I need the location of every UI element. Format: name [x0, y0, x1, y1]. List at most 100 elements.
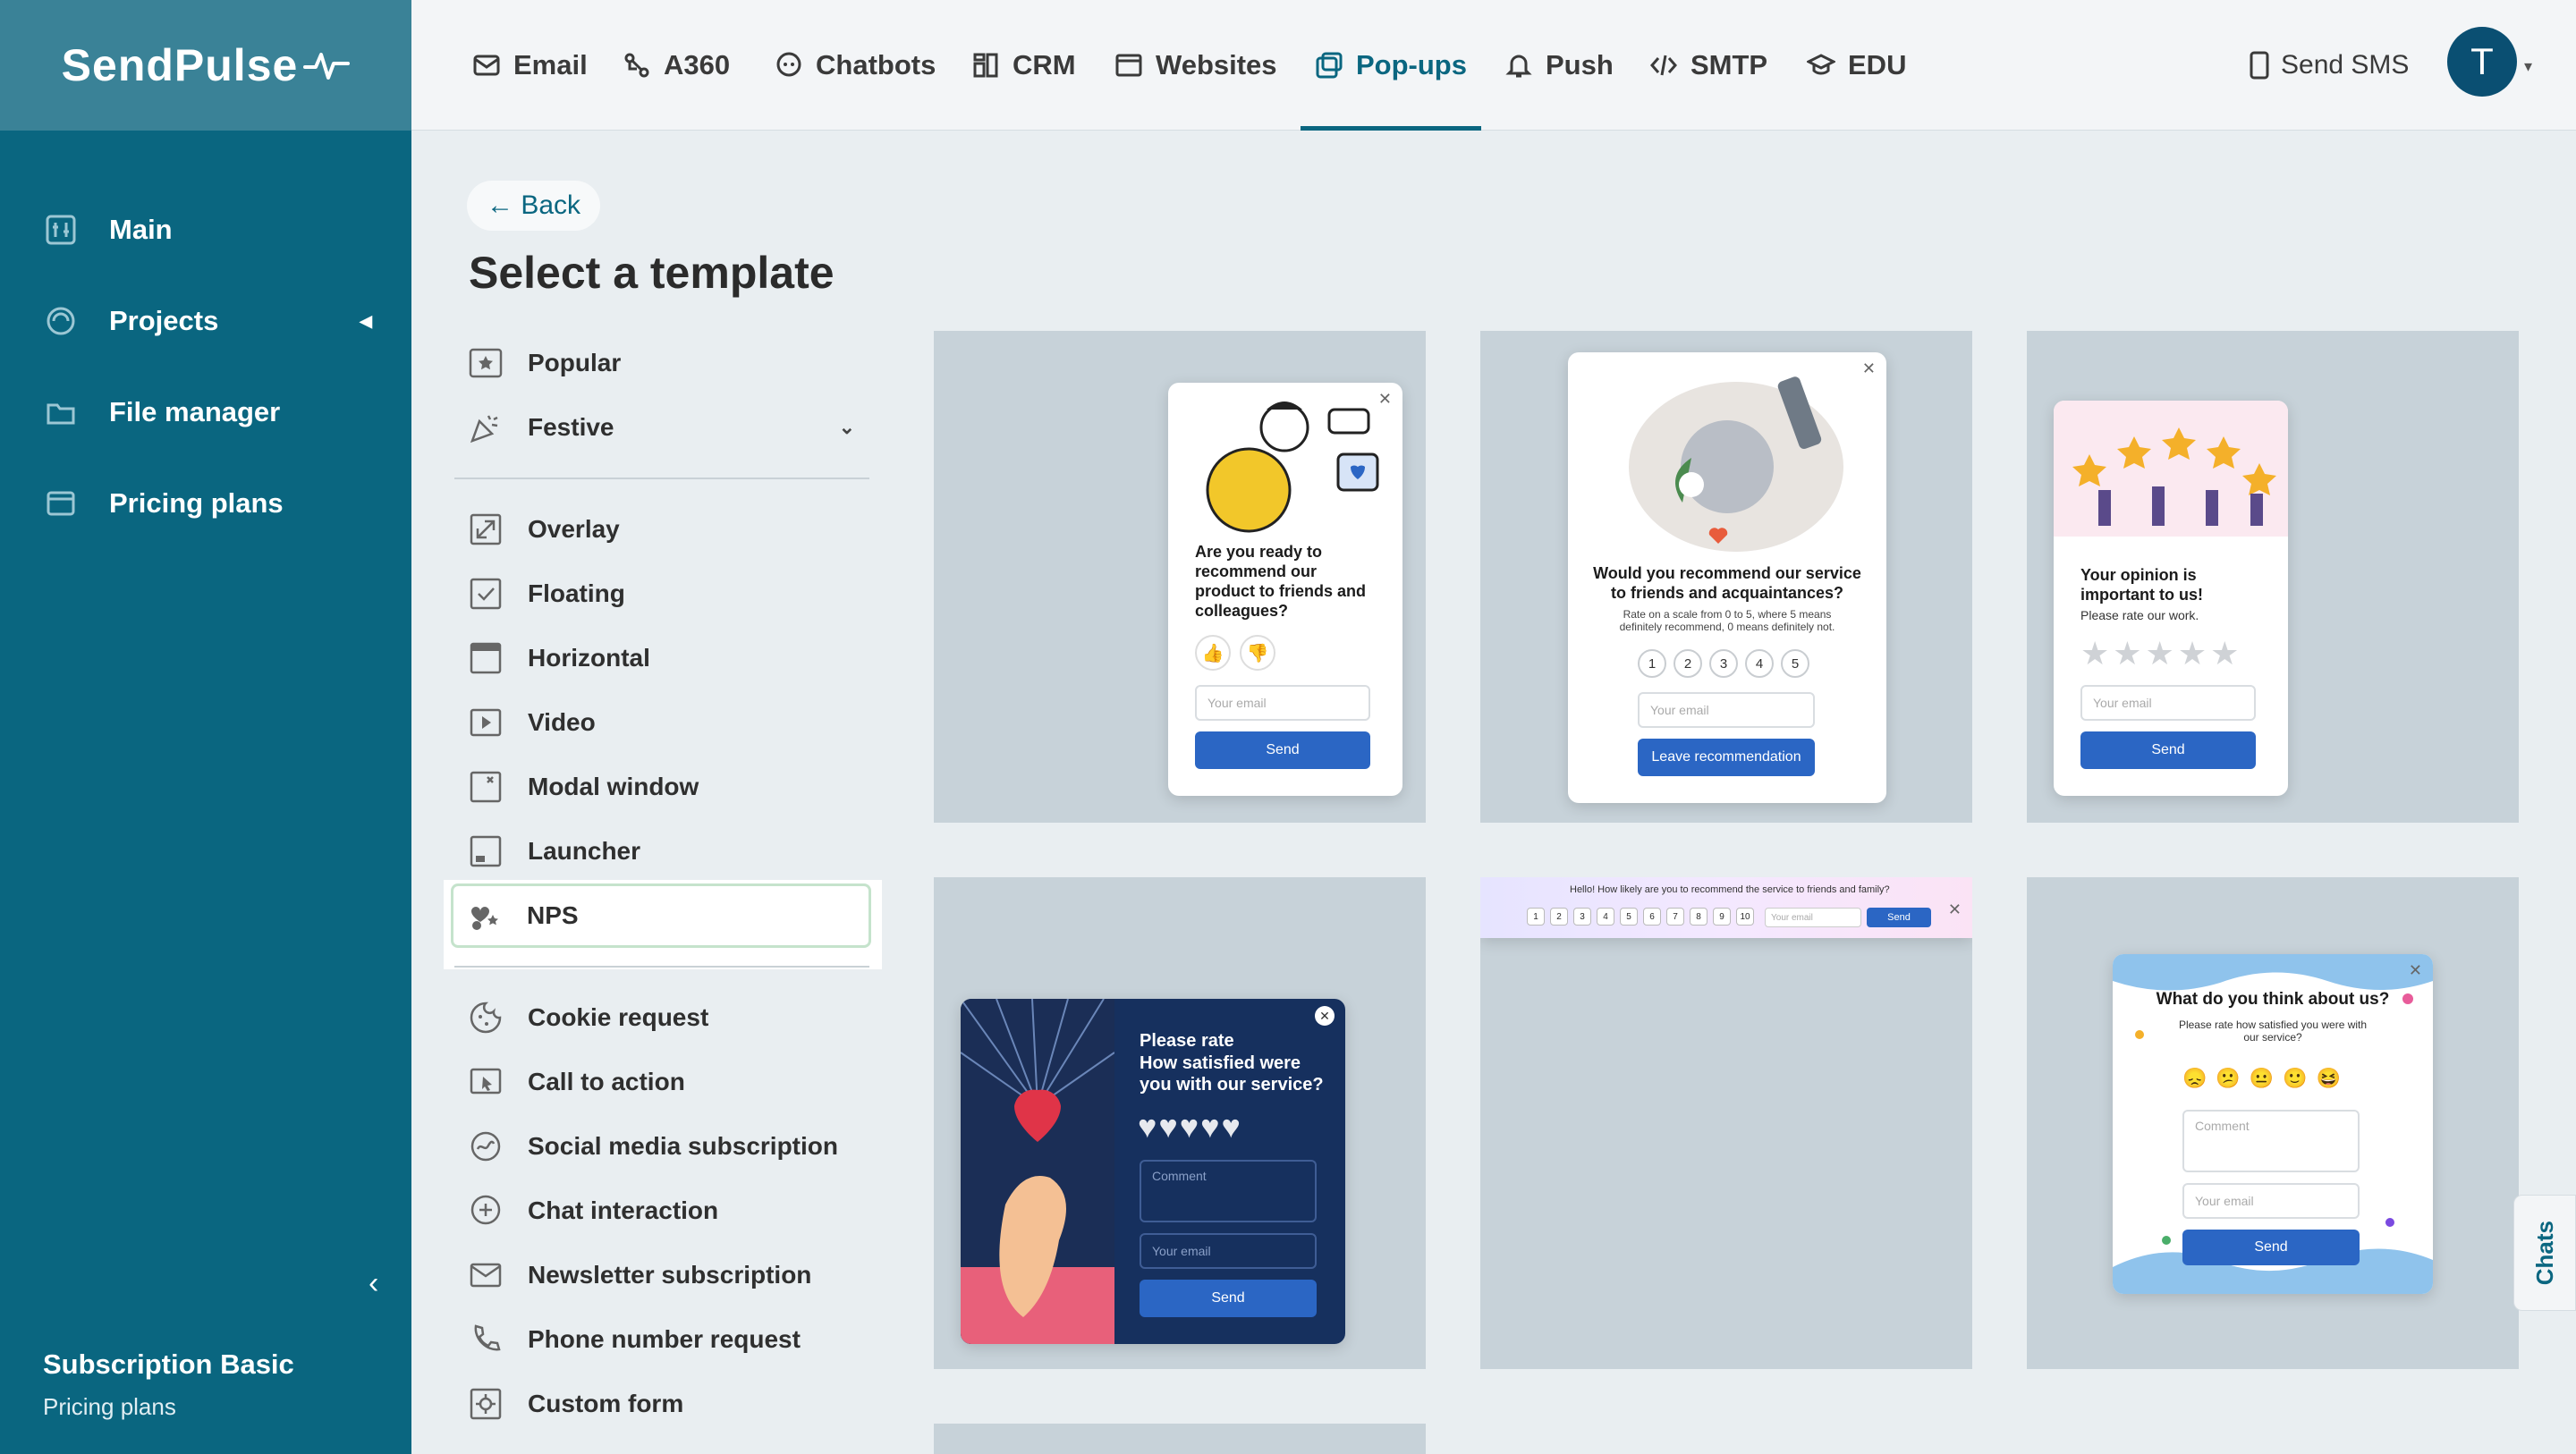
- category-festive[interactable]: Festive ⌄: [454, 395, 869, 460]
- category-overlay[interactable]: Overlay: [454, 497, 869, 562]
- leave-recommendation-button: Leave recommendation: [1638, 739, 1815, 776]
- category-horizontal[interactable]: Horizontal: [454, 626, 869, 690]
- email-field: Your email: [1195, 685, 1370, 721]
- heart-hand-image: [961, 999, 1114, 1344]
- template-card[interactable]: ✕ Would you recommend our service to fri…: [1480, 331, 1972, 823]
- nav-push[interactable]: Push: [1504, 0, 1614, 131]
- rating-option: 7: [1666, 908, 1684, 926]
- category-floating[interactable]: Floating: [454, 562, 869, 626]
- thumbs-up-icon: 👍: [1195, 635, 1231, 671]
- rating-option: 5: [1620, 908, 1638, 926]
- pricing-icon: [47, 491, 75, 516]
- template-question: How satisfied were you with our service?: [1140, 1053, 1324, 1095]
- nav-edu[interactable]: EDU: [1807, 0, 1906, 131]
- nav-chatbots[interactable]: Chatbots: [775, 0, 936, 131]
- pulse-icon: [303, 53, 351, 80]
- email-field: Your email: [2182, 1183, 2360, 1219]
- template-question: Hello! How likely are you to recommend t…: [1570, 884, 1890, 895]
- chat-plus-icon: [470, 1195, 501, 1225]
- sidebar-item-label: Pricing plans: [109, 487, 284, 519]
- send-button: Send: [1140, 1280, 1317, 1317]
- template-question-title: Please rate: [1140, 1031, 1234, 1051]
- automation-icon: [624, 53, 649, 77]
- rating-option: 6: [1643, 908, 1661, 926]
- launcher-icon: [470, 835, 502, 867]
- illustration-image: [1195, 402, 1379, 544]
- chats-tab[interactable]: Chats: [2513, 1195, 2576, 1311]
- category-popular[interactable]: Popular: [454, 331, 869, 395]
- template-card[interactable]: ✕ Your opinion is important to us! Pleas…: [2027, 331, 2519, 823]
- nav-crm[interactable]: CRM: [971, 0, 1076, 131]
- party-icon: [470, 415, 498, 444]
- template-question: What do you think about us?: [2156, 990, 2390, 1009]
- rating-option: 4: [1597, 908, 1614, 926]
- chevron-down-icon[interactable]: ▾: [2524, 57, 2532, 76]
- rating-option: 5: [1781, 649, 1809, 678]
- category-cookie-request[interactable]: Cookie request: [454, 985, 869, 1050]
- projects-icon: [47, 307, 75, 335]
- star-rating: ★★★★★: [2080, 635, 2243, 672]
- people-stars-image: [2054, 401, 2288, 537]
- avatar[interactable]: T: [2447, 27, 2517, 97]
- nav-websites[interactable]: Websites: [1114, 0, 1277, 131]
- nav-email[interactable]: Email: [472, 0, 588, 131]
- dashboard-icon: [46, 215, 76, 245]
- category-modal-window[interactable]: Modal window: [454, 755, 869, 819]
- close-icon: ✕: [2408, 961, 2422, 979]
- website-icon: [1115, 54, 1142, 76]
- nps-icon: [471, 907, 498, 930]
- subscription-title: Subscription Basic: [43, 1348, 294, 1380]
- rating-option: 8: [1690, 908, 1707, 926]
- back-button[interactable]: ← Back: [467, 181, 601, 231]
- category-list: Popular Festive ⌄ Overlay Floating Horiz…: [451, 331, 871, 1436]
- crm-icon: [973, 53, 998, 77]
- rating-option: 2: [1674, 649, 1702, 678]
- category-launcher[interactable]: Launcher: [454, 819, 869, 883]
- template-card[interactable]: [934, 1424, 1426, 1454]
- category-newsletter-subscription[interactable]: Newsletter subscription: [454, 1243, 869, 1307]
- category-video[interactable]: Video: [454, 690, 869, 755]
- category-nps[interactable]: NPS: [451, 883, 871, 948]
- sidebar-item-main[interactable]: Main: [0, 184, 411, 275]
- nav-smtp[interactable]: SMTP: [1649, 0, 1767, 131]
- collapse-sidebar-icon[interactable]: ‹: [369, 1266, 378, 1301]
- category-call-to-action[interactable]: Call to action: [454, 1050, 869, 1114]
- overlay-icon: [470, 513, 502, 545]
- category-custom-form[interactable]: Custom form: [454, 1372, 869, 1436]
- nav-popups[interactable]: Pop-ups: [1301, 0, 1481, 131]
- comment-field: Comment: [2182, 1110, 2360, 1172]
- template-card[interactable]: ✕ What do you think about us? Please rat…: [2027, 877, 2519, 1369]
- rating-scale: 1 2 3 4 5: [1638, 649, 1817, 678]
- sidebar-item-file-manager[interactable]: File manager: [0, 367, 411, 458]
- email-field: Your email: [2080, 685, 2256, 721]
- envelope-icon: [470, 1263, 502, 1288]
- star-icon: [469, 348, 503, 378]
- rating-option: 3: [1709, 649, 1738, 678]
- cookie-icon: [470, 1002, 502, 1034]
- category-phone-number-request[interactable]: Phone number request: [454, 1307, 869, 1372]
- send-button: Send: [1867, 908, 1931, 927]
- template-card[interactable]: ✕ Are you ready to recommend our product…: [934, 331, 1426, 823]
- chevron-down-icon[interactable]: ⌄: [839, 416, 855, 439]
- template-card[interactable]: ✕ Please rate How satisfied were you wit…: [934, 877, 1426, 1369]
- page-title: Select a template: [469, 248, 835, 298]
- nav-a360[interactable]: A360: [623, 0, 730, 131]
- send-sms-link[interactable]: Send SMS: [2249, 0, 2409, 131]
- subscription-link[interactable]: Pricing plans: [43, 1393, 294, 1421]
- sidebar: SendPulse Main Projects ◀ File manager P…: [0, 0, 411, 1454]
- template-question: Are you ready to recommend our product t…: [1195, 543, 1366, 620]
- subscription-info[interactable]: Subscription Basic Pricing plans: [43, 1348, 294, 1421]
- sidebar-item-projects[interactable]: Projects ◀: [0, 275, 411, 367]
- sidebar-item-label: File manager: [109, 396, 281, 427]
- category-social-media-subscription[interactable]: Social media subscription: [454, 1114, 869, 1179]
- template-question: Would you recommend our service to frien…: [1593, 564, 1861, 602]
- sidebar-item-pricing-plans[interactable]: Pricing plans: [0, 458, 411, 549]
- rating-option: 1: [1527, 908, 1545, 926]
- template-question: Your opinion is important to us!: [2080, 566, 2203, 604]
- logo[interactable]: SendPulse: [0, 0, 411, 131]
- close-icon: ✕: [1315, 1006, 1335, 1026]
- horizontal-icon: [470, 642, 502, 674]
- category-chat-interaction[interactable]: Chat interaction: [454, 1179, 869, 1243]
- close-icon: ✕: [1947, 900, 1962, 918]
- template-card[interactable]: ✕ Hello! How likely are you to recommend…: [1480, 877, 1972, 1369]
